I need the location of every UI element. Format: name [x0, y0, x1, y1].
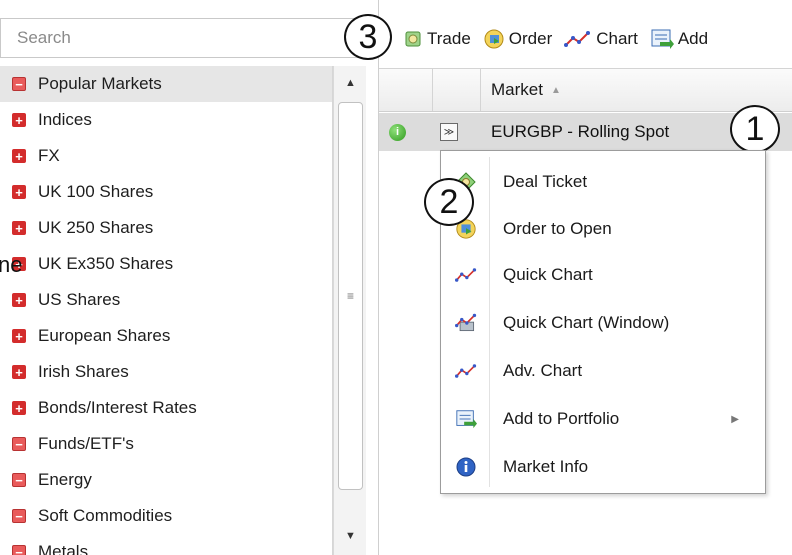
tree-item-label: Metals: [38, 542, 89, 555]
submenu-arrow-icon: ▶: [731, 413, 739, 425]
collapse-icon[interactable]: −: [12, 509, 26, 523]
tree-item-label: UK Ex350 Shares: [38, 254, 174, 273]
chart-window-icon: [455, 312, 477, 334]
order-button[interactable]: Order: [483, 28, 552, 50]
tree-item-popular-markets[interactable]: − Popular Markets: [0, 66, 332, 102]
expand-icon[interactable]: +: [12, 401, 26, 415]
tree-item-label: FX: [38, 146, 60, 165]
tree-item-label: US Shares: [38, 290, 121, 309]
search-box: [0, 18, 368, 58]
collapse-icon[interactable]: −: [12, 545, 26, 555]
search-input[interactable]: [1, 19, 367, 57]
menu-item-add-to-portfolio[interactable]: Add to Portfolio ▶: [441, 399, 765, 439]
grid-header: Market ▲: [379, 68, 792, 112]
tree-item-energy[interactable]: − Energy: [0, 462, 332, 498]
expand-icon[interactable]: +: [12, 185, 26, 199]
scroll-up-arrow-icon[interactable]: ▲: [334, 70, 367, 96]
expand-icon[interactable]: +: [12, 329, 26, 343]
expand-column-header: [433, 69, 481, 111]
tree-scrollbar[interactable]: ▲ ≡ ▼: [333, 66, 366, 555]
tree-item-uk-ex350-shares[interactable]: + UK Ex350 Shares: [0, 246, 332, 282]
menu-item-label: Order to Open: [503, 219, 612, 238]
tree-item-label: Bonds/Interest Rates: [38, 398, 197, 417]
trade-button-label: Trade: [427, 29, 471, 48]
chart-button-label: Chart: [596, 29, 638, 48]
context-menu: Deal Ticket Order to Open Quick Chart Qu…: [440, 150, 766, 494]
tree-item-european-shares[interactable]: + European Shares: [0, 318, 332, 354]
market-name: EURGBP - Rolling Spot: [491, 122, 670, 141]
expand-icon[interactable]: +: [12, 365, 26, 379]
market-column-label: Market: [491, 80, 543, 99]
callout-3: 3: [344, 14, 392, 60]
menu-item-label: Add to Portfolio: [503, 409, 620, 428]
expand-icon[interactable]: +: [12, 293, 26, 307]
menu-item-adv-chart[interactable]: Adv. Chart: [441, 351, 765, 391]
tree-item-funds-etfs[interactable]: − Funds/ETF's: [0, 426, 332, 462]
info-icon: [455, 456, 477, 478]
order-icon: [484, 29, 504, 49]
trade-icon: [405, 31, 421, 47]
grip-icon: ≡: [346, 289, 354, 303]
tree-item-indices[interactable]: + Indices: [0, 102, 332, 138]
add-button[interactable]: Add: [650, 28, 708, 50]
tree-item-metals[interactable]: − Metals: [0, 534, 332, 555]
toolbar: Trade Order Chart Add: [379, 14, 792, 64]
callout-1: 1: [730, 105, 780, 153]
scroll-thumb[interactable]: ≡: [338, 102, 363, 490]
tree-item-label: Irish Shares: [38, 362, 129, 381]
markets-panel: − Popular Markets + Indices + FX + UK 10…: [0, 0, 370, 555]
market-column-header[interactable]: Market ▲: [481, 69, 792, 111]
expand-icon[interactable]: +: [12, 149, 26, 163]
order-button-label: Order: [508, 29, 553, 48]
callout-2: 2: [424, 178, 474, 226]
tree-item-label: European Shares: [38, 326, 171, 345]
status-column-header: [379, 69, 433, 111]
menu-item-quick-chart[interactable]: Quick Chart: [441, 255, 765, 295]
collapse-icon[interactable]: −: [12, 473, 26, 487]
tree-item-label: UK 100 Shares: [38, 182, 154, 201]
tree-item-us-shares[interactable]: + US Shares: [0, 282, 332, 318]
tree-item-label: Indices: [38, 110, 92, 129]
cropped-text: ne: [0, 252, 23, 277]
add-button-label: Add: [677, 29, 709, 48]
row-dropdown-icon[interactable]: ≫: [440, 123, 458, 141]
menu-item-label: Market Info: [503, 457, 589, 476]
tree-item-soft-commodities[interactable]: − Soft Commodities: [0, 498, 332, 534]
menu-item-market-info[interactable]: Market Info: [441, 447, 765, 487]
tree-item-bonds-interest-rates[interactable]: + Bonds/Interest Rates: [0, 390, 332, 426]
tree-item-uk-250-shares[interactable]: + UK 250 Shares: [0, 210, 332, 246]
chart-icon: [455, 360, 477, 382]
market-status-icon[interactable]: i: [389, 123, 406, 141]
portfolio-icon: [651, 29, 674, 49]
tree-item-label: Soft Commodities: [38, 506, 173, 525]
menu-item-order-to-open[interactable]: Order to Open: [441, 209, 765, 249]
chart-button[interactable]: Chart: [564, 29, 638, 49]
expand-icon[interactable]: +: [12, 221, 26, 235]
menu-item-label: Deal Ticket: [503, 172, 588, 191]
menu-item-label: Quick Chart: [503, 265, 593, 284]
collapse-icon[interactable]: −: [12, 77, 26, 91]
collapse-icon[interactable]: −: [12, 437, 26, 451]
menu-item-deal-ticket[interactable]: Deal Ticket: [441, 162, 765, 202]
expand-icon[interactable]: +: [12, 113, 26, 127]
tree-item-label: Popular Markets: [38, 74, 162, 93]
menu-item-quick-chart-window[interactable]: Quick Chart (Window): [441, 303, 765, 343]
tree-item-uk-100-shares[interactable]: + UK 100 Shares: [0, 174, 332, 210]
menu-item-label: Adv. Chart: [503, 361, 583, 380]
chart-icon: [455, 264, 477, 286]
chart-icon: [564, 31, 591, 47]
portfolio-icon: [455, 408, 477, 430]
scroll-down-arrow-icon[interactable]: ▼: [334, 523, 367, 549]
sort-ascending-icon: ▲: [550, 84, 561, 96]
tree-item-label: Energy: [38, 470, 92, 489]
tree-item-irish-shares[interactable]: + Irish Shares: [0, 354, 332, 390]
tree-item-fx[interactable]: + FX: [0, 138, 332, 174]
trade-button[interactable]: Trade: [403, 29, 471, 49]
market-tree: − Popular Markets + Indices + FX + UK 10…: [0, 66, 333, 555]
menu-item-label: Quick Chart (Window): [503, 313, 670, 332]
tree-item-label: UK 250 Shares: [38, 218, 154, 237]
tree-item-label: Funds/ETF's: [38, 434, 134, 453]
